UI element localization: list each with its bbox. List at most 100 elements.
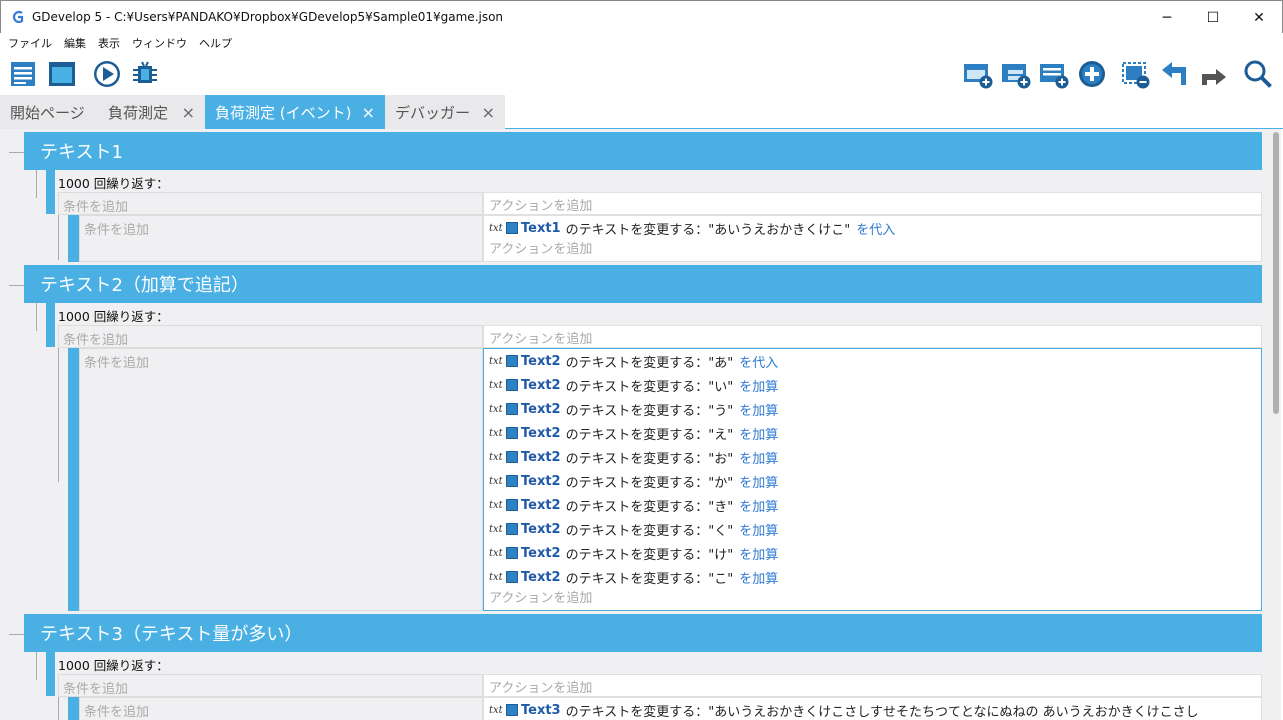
action-row[interactable]: txt Text2 のテキストを変更する："い" を加算 (489, 373, 1261, 397)
event-group-header[interactable]: テキスト2（加算で追記） (24, 265, 1262, 303)
event-sheet[interactable]: テキスト1 1000 回繰り返す： 条件を追加 アクションを追加 条件を追加 t… (0, 129, 1270, 720)
event-bar[interactable] (46, 303, 55, 347)
text-object-icon (506, 523, 518, 535)
text-action-icon: txt (489, 547, 503, 559)
add-condition-button[interactable]: 条件を追加 (79, 348, 483, 611)
add-action-button[interactable]: アクションを追加 (483, 674, 1262, 697)
action-row[interactable]: txt Text2 のテキストを変更する："か" を加算 (489, 469, 1261, 493)
action-row[interactable]: txt Text2 のテキストを変更する："う" を加算 (489, 397, 1261, 421)
text-object-icon (506, 451, 518, 463)
action-row[interactable]: txt Text2 のテキストを変更する："あ" を代入 (489, 349, 1261, 373)
repeat-event-label: 1000 回繰り返す： (58, 658, 169, 673)
event-group-header[interactable]: テキスト1 (24, 132, 1262, 170)
add-other-icon[interactable] (1039, 59, 1069, 89)
object-name: Text2 (521, 401, 561, 417)
search-icon[interactable] (1243, 59, 1273, 89)
action-list: txt Text1 のテキストを変更する："あいうえおかきくけこ" を代入 アク… (483, 215, 1262, 262)
tree-connector[interactable] (58, 697, 59, 720)
tab-events[interactable]: 負荷測定 (イベント) × (205, 95, 385, 129)
close-icon[interactable]: × (182, 103, 195, 122)
action-operator: を加算 (739, 427, 779, 443)
maximize-button[interactable]: ☐ (1190, 1, 1236, 34)
add-icon[interactable] (1077, 59, 1107, 89)
event-bar[interactable] (68, 697, 79, 720)
add-condition-button[interactable]: 条件を追加 (58, 192, 483, 215)
action-operator: を加算 (739, 523, 779, 539)
tab-scene[interactable]: 負荷測定 × (98, 95, 205, 129)
event-bar[interactable] (68, 215, 79, 262)
redo-icon[interactable] (1198, 59, 1228, 89)
menu-help[interactable]: ヘルプ (199, 35, 232, 51)
tree-connector[interactable] (36, 170, 37, 198)
action-operator: を加算 (739, 451, 779, 467)
minimize-button[interactable]: ─ (1144, 1, 1190, 34)
add-event-icon[interactable] (963, 59, 993, 89)
debugger-icon[interactable] (130, 59, 160, 89)
close-button[interactable]: ✕ (1236, 1, 1282, 34)
tree-connector[interactable] (36, 303, 37, 331)
project-manager-icon[interactable] (8, 59, 38, 89)
menu-file[interactable]: ファイル (8, 35, 52, 51)
menu-window[interactable]: ウィンドウ (132, 35, 187, 51)
object-name: Text2 (521, 425, 561, 441)
add-subevent-icon[interactable] (1001, 59, 1031, 89)
text-action-icon: txt (489, 571, 503, 583)
action-row[interactable]: txt Text2 のテキストを変更する："き" を加算 (489, 493, 1261, 517)
event-bar[interactable] (46, 652, 55, 696)
action-description: のテキストを変更する："え" (565, 427, 734, 443)
add-condition-button[interactable]: 条件を追加 (58, 674, 483, 697)
scene-editor-icon[interactable] (47, 59, 77, 89)
action-description: のテキストを変更する："き" (565, 499, 734, 515)
tab-label: 開始ページ (10, 103, 85, 122)
tab-label: 負荷測定 (108, 103, 169, 122)
action-description: のテキストを変更する："あいうえおかきくけこ" (565, 222, 851, 238)
text-action-icon: txt (489, 451, 503, 463)
tree-connector[interactable] (9, 152, 25, 153)
text-action-icon: txt (489, 704, 503, 716)
preview-icon[interactable] (92, 59, 122, 89)
add-condition-button[interactable]: 条件を追加 (79, 697, 483, 720)
action-list: txt Text3 のテキストを変更する："あいうえおかきくけこさしすせそたちつ… (483, 697, 1262, 720)
text-object-icon (506, 427, 518, 439)
action-description: のテキストを変更する："い" (565, 379, 734, 395)
tree-connector[interactable] (9, 285, 25, 286)
tree-connector[interactable] (58, 215, 59, 260)
action-row[interactable]: txt Text2 のテキストを変更する："お" を加算 (489, 445, 1261, 469)
menu-view[interactable]: 表示 (98, 35, 120, 51)
tree-connector[interactable] (9, 634, 25, 635)
action-row[interactable]: txt Text1 のテキストを変更する："あいうえおかきくけこ" を代入 (489, 216, 1261, 240)
action-row[interactable]: txt Text2 のテキストを変更する："え" を加算 (489, 421, 1261, 445)
event-bar[interactable] (46, 170, 55, 214)
tree-connector[interactable] (58, 348, 59, 482)
event-group-header[interactable]: テキスト3（テキスト量が多い） (24, 614, 1262, 652)
tab-debugger[interactable]: デバッガー × (385, 95, 505, 129)
add-action-button[interactable]: アクションを追加 (489, 240, 1261, 262)
event-bar[interactable] (68, 348, 79, 611)
add-action-button[interactable]: アクションを追加 (489, 589, 1261, 611)
tree-connector[interactable] (36, 652, 37, 680)
close-icon[interactable]: × (482, 103, 495, 122)
action-row[interactable]: txt Text2 のテキストを変更する："け" を加算 (489, 541, 1261, 565)
action-row[interactable]: txt Text2 のテキストを変更する："く" を加算 (489, 517, 1261, 541)
tab-bar: 開始ページ 負荷測定 × 負荷測定 (イベント) × デバッガー × (0, 95, 1283, 129)
menu-edit[interactable]: 編集 (64, 35, 86, 51)
title-bar: GDevelop 5 - C:¥Users¥PANDAKO¥Dropbox¥GD… (0, 0, 1283, 33)
add-condition-button[interactable]: 条件を追加 (58, 325, 483, 348)
action-description: のテキストを変更する："あ" (565, 355, 734, 371)
add-action-button[interactable]: アクションを追加 (483, 325, 1262, 348)
add-condition-button[interactable]: 条件を追加 (79, 215, 483, 262)
scrollbar-thumb[interactable] (1273, 132, 1279, 414)
vertical-scrollbar[interactable] (1270, 129, 1281, 720)
action-operator: を代入 (739, 355, 779, 371)
action-description: のテキストを変更する："こ" (565, 571, 734, 587)
action-row[interactable]: txt Text3 のテキストを変更する："あいうえおかきくけこさしすせそたちつ… (489, 698, 1261, 720)
action-row[interactable]: txt Text2 のテキストを変更する："こ" を加算 (489, 565, 1261, 589)
undo-icon[interactable] (1160, 59, 1190, 89)
tab-start-page[interactable]: 開始ページ (0, 95, 98, 129)
action-description: のテキストを変更する："あいうえおかきくけこさしすせそたちつてとなにぬねの あい… (565, 704, 1199, 720)
add-action-button[interactable]: アクションを追加 (483, 192, 1262, 215)
gdevelop-logo-icon (12, 10, 24, 24)
delete-icon[interactable] (1121, 59, 1151, 89)
close-icon[interactable]: × (362, 103, 375, 122)
repeat-event-label: 1000 回繰り返す： (58, 309, 169, 324)
